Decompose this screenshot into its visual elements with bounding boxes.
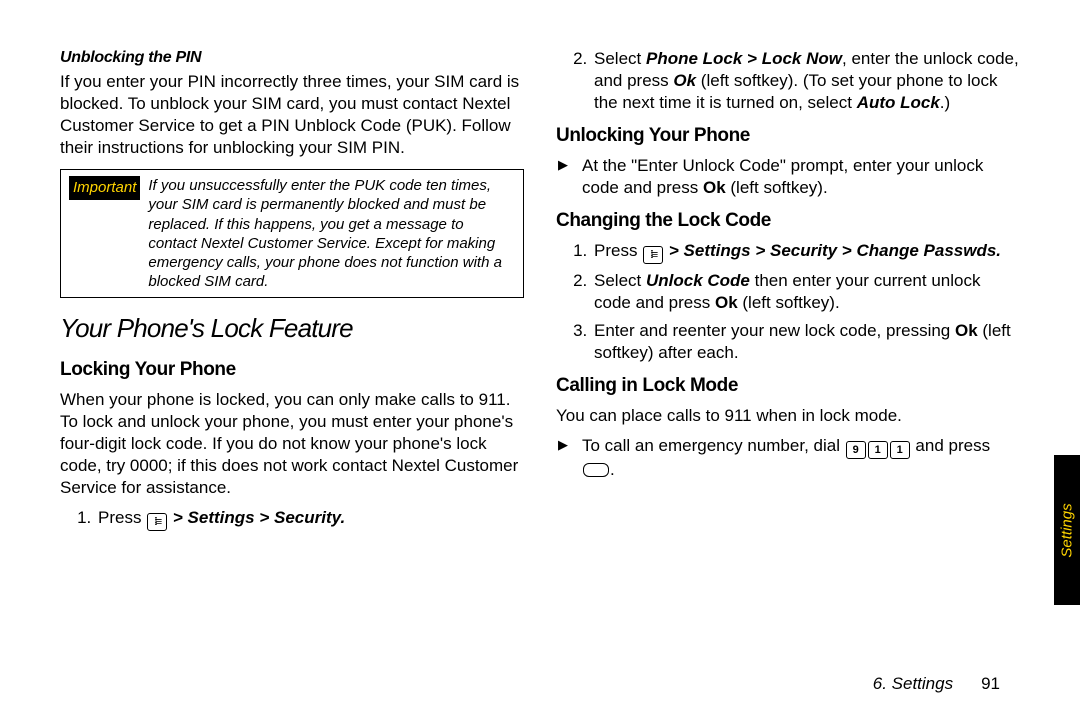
lock-feature-title: Your Phone's Lock Feature bbox=[60, 312, 524, 346]
step2-text-b: Phone Lock > Lock Now bbox=[646, 49, 842, 68]
calling-lock-mode-body: You can place calls to 911 when in lock … bbox=[556, 405, 1020, 427]
step2-text-f: Auto Lock bbox=[857, 93, 940, 112]
unlocking-bullet: At the "Enter Unlock Code" prompt, enter… bbox=[582, 155, 1020, 199]
locking-steps: Press > Settings > Security. bbox=[60, 507, 524, 531]
step2-text-a: Select bbox=[594, 49, 646, 68]
unblocking-pin-heading: Unblocking the PIN bbox=[60, 48, 524, 69]
call-key-icon bbox=[583, 463, 609, 477]
callout-body: If you unsuccessfully enter the PUK code… bbox=[148, 176, 515, 291]
unlock-c: (left softkey). bbox=[726, 178, 828, 197]
locking-phone-heading: Locking Your Phone bbox=[60, 358, 524, 383]
unlocking-bullet-list: At the "Enter Unlock Code" prompt, enter… bbox=[556, 155, 1020, 199]
unlocking-phone-heading: Unlocking Your Phone bbox=[556, 124, 1020, 149]
callout-label: Important bbox=[69, 176, 140, 200]
important-callout: Important If you unsuccessfully enter th… bbox=[60, 169, 524, 298]
section-side-tab: Settings bbox=[1054, 455, 1080, 605]
step2-text-d: Ok bbox=[673, 71, 696, 90]
change-code-steps: Press > Settings > Security > Change Pas… bbox=[556, 240, 1020, 364]
menu-key-icon bbox=[147, 513, 167, 531]
side-tab-label: Settings bbox=[1059, 503, 1076, 557]
step2-text-g: .) bbox=[940, 93, 950, 112]
locking-step-1-path: > Settings > Security. bbox=[168, 508, 345, 527]
change-step-1: Press > Settings > Security > Change Pas… bbox=[592, 240, 1020, 264]
chg3-b: Ok bbox=[955, 321, 978, 340]
chg3-a: Enter and reenter your new lock code, pr… bbox=[594, 321, 955, 340]
locking-step-1-prefix: Press bbox=[98, 508, 146, 527]
change-step-2: Select Unlock Code then enter your curre… bbox=[592, 270, 1020, 314]
chg2-e: (left softkey). bbox=[738, 293, 840, 312]
change-step-3: Enter and reenter your new lock code, pr… bbox=[592, 320, 1020, 364]
manual-page: Unblocking the PIN If you enter your PIN… bbox=[0, 0, 1080, 720]
locking-phone-body: When your phone is locked, you can only … bbox=[60, 389, 524, 499]
emergency-call-bullet: To call an emergency number, dial 911 an… bbox=[582, 435, 1020, 481]
chg2-b: Unlock Code bbox=[646, 271, 750, 290]
menu-key-icon bbox=[643, 246, 663, 264]
locking-step-1: Press > Settings > Security. bbox=[96, 507, 524, 531]
keypad-9-icon: 9 bbox=[846, 441, 866, 459]
chg2-d: Ok bbox=[715, 293, 738, 312]
two-column-layout: Unblocking the PIN If you enter your PIN… bbox=[60, 48, 1020, 648]
unblocking-pin-body: If you enter your PIN incorrectly three … bbox=[60, 71, 524, 159]
locking-step-2: Select Phone Lock > Lock Now, enter the … bbox=[592, 48, 1020, 114]
call-c: . bbox=[610, 460, 615, 479]
page-footer: 6. Settings 91 bbox=[873, 674, 1000, 694]
call-b: and press bbox=[911, 436, 990, 455]
chg1-a: Press bbox=[594, 241, 642, 260]
right-column: Select Phone Lock > Lock Now, enter the … bbox=[556, 48, 1020, 648]
left-column: Unblocking the PIN If you enter your PIN… bbox=[60, 48, 524, 648]
changing-lock-code-heading: Changing the Lock Code bbox=[556, 209, 1020, 234]
footer-page-number: 91 bbox=[981, 674, 1000, 694]
chg1-b: > Settings > Security > Change Passwds. bbox=[664, 241, 1001, 260]
call-a: To call an emergency number, dial bbox=[582, 436, 845, 455]
calling-lock-mode-heading: Calling in Lock Mode bbox=[556, 374, 1020, 399]
keypad-1-icon: 1 bbox=[868, 441, 888, 459]
locking-steps-cont: Select Phone Lock > Lock Now, enter the … bbox=[556, 48, 1020, 114]
chg2-a: Select bbox=[594, 271, 646, 290]
keypad-1-icon: 1 bbox=[890, 441, 910, 459]
footer-chapter: 6. Settings bbox=[873, 674, 953, 694]
unlock-b: Ok bbox=[703, 178, 726, 197]
emergency-call-list: To call an emergency number, dial 911 an… bbox=[556, 435, 1020, 481]
